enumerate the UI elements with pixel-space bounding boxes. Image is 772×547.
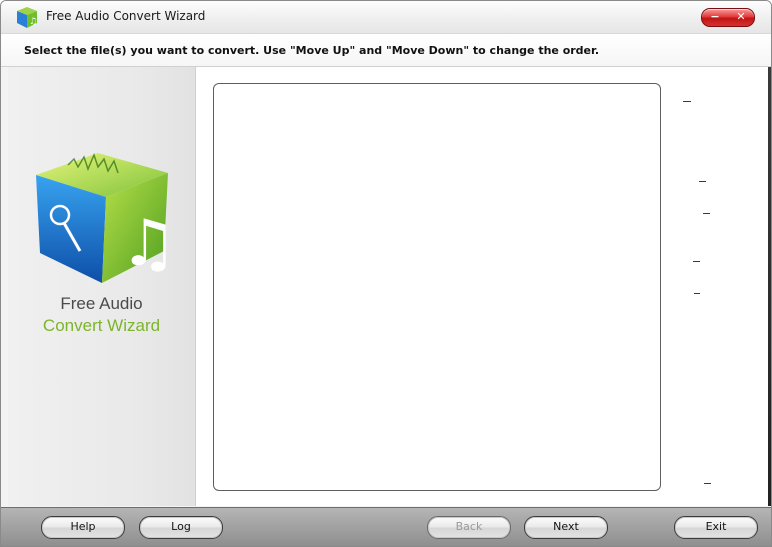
main-panel: [196, 67, 771, 506]
minimize-button[interactable]: −: [702, 9, 728, 26]
app-window: ♫ Free Audio Convert Wizard − ✕ Select t…: [0, 0, 772, 547]
svg-text:♫: ♫: [29, 17, 37, 27]
log-button[interactable]: Log: [139, 516, 223, 539]
help-button[interactable]: Help: [41, 516, 125, 539]
next-button[interactable]: Next: [524, 516, 608, 539]
move-up-button[interactable]: [693, 261, 700, 262]
svg-text:♫: ♫: [120, 207, 176, 281]
remove-all-button[interactable]: [703, 213, 710, 214]
logo-text-line1: Free Audio: [60, 294, 143, 313]
move-down-button[interactable]: [694, 293, 700, 294]
add-files-button[interactable]: [683, 101, 691, 102]
instruction-text: Select the file(s) you want to convert. …: [24, 44, 600, 57]
instruction-bar: Select the file(s) you want to convert. …: [1, 34, 771, 67]
file-info-button[interactable]: [704, 483, 711, 484]
sidebar: ♫ Free Audio Convert Wizard: [8, 67, 196, 506]
footer-bar: Help Log Back Next Exit: [1, 507, 771, 546]
logo-text-line2: Convert Wizard: [42, 316, 161, 335]
exit-button[interactable]: Exit: [674, 516, 758, 539]
title-bar[interactable]: ♫ Free Audio Convert Wizard − ✕: [1, 1, 771, 34]
window-controls: − ✕: [701, 8, 755, 27]
close-button[interactable]: ✕: [728, 9, 754, 26]
file-list[interactable]: [213, 83, 661, 491]
remove-file-button[interactable]: [699, 181, 706, 182]
window-edge: [768, 67, 771, 506]
back-button[interactable]: Back: [427, 516, 511, 539]
audio-cube-logo-icon: ♫: [36, 152, 176, 283]
app-icon: ♫: [17, 7, 37, 28]
window-title: Free Audio Convert Wizard: [46, 9, 206, 23]
